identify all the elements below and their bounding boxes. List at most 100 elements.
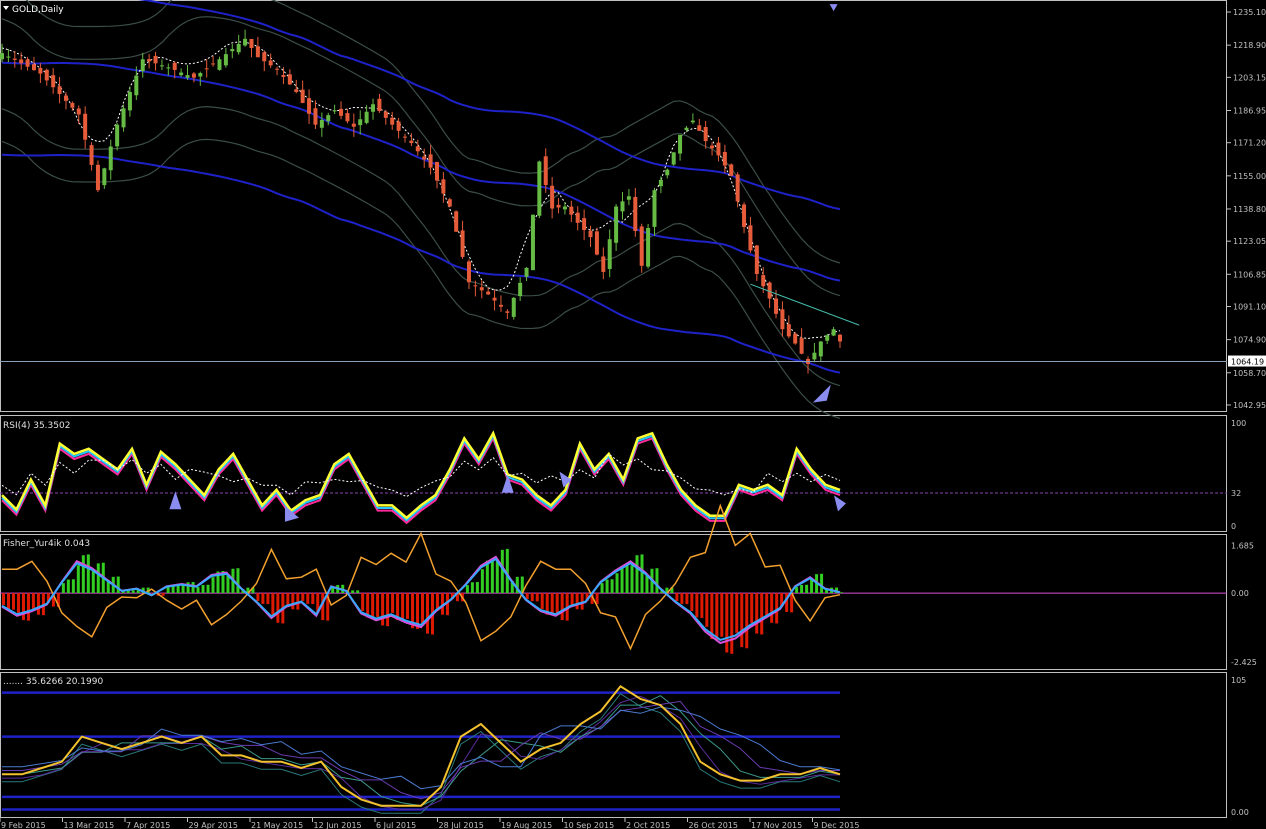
rsi-title: RSI(4) 35.3502 xyxy=(3,421,70,431)
fisher-bar xyxy=(700,593,704,618)
fisher-tick-label: 1.685 xyxy=(1231,541,1254,550)
candle-body xyxy=(134,75,139,96)
candle-body xyxy=(326,115,331,122)
current-price-label: 1064.19 xyxy=(1231,358,1264,367)
fisher-bar xyxy=(196,587,200,594)
candle-body xyxy=(191,73,196,78)
date-tick-label: 19 Aug 2015 xyxy=(501,821,552,829)
candle-body xyxy=(127,91,132,111)
date-tick-label: 13 Mar 2015 xyxy=(64,821,115,829)
candle-body xyxy=(530,214,535,271)
fisher-bar xyxy=(540,593,544,609)
price-tick-label: 1171.20 xyxy=(1233,139,1266,148)
candle-body xyxy=(121,108,126,128)
candle-body xyxy=(166,67,171,69)
fisher-bar xyxy=(435,593,439,609)
fisher-bar xyxy=(495,561,499,594)
candle-body xyxy=(409,140,414,144)
candle-body xyxy=(626,196,631,200)
candle-body xyxy=(140,59,145,72)
fisher-bar xyxy=(600,583,604,594)
candle-body xyxy=(153,55,158,64)
candle-body xyxy=(652,190,657,227)
band-line xyxy=(2,693,841,814)
candle-body xyxy=(620,201,625,212)
triangle-down-icon[interactable] xyxy=(3,6,9,10)
candle-body xyxy=(594,231,599,255)
price-tick-label: 1186.95 xyxy=(1233,106,1266,115)
chart-canvas: 1235.10 1218.90 1203.15 1186.95 1171.20 1155.… xyxy=(0,0,1266,829)
fisher-bar xyxy=(805,584,809,594)
candle-body xyxy=(57,86,62,95)
candle-body xyxy=(473,285,478,287)
candle-body xyxy=(236,43,241,53)
rsi-tick-label: 0 xyxy=(1231,522,1236,531)
rsi-bands-title: ....... 35.6266 20.1990 xyxy=(3,677,103,687)
candle-body xyxy=(89,145,94,165)
candle-body xyxy=(0,53,4,60)
candle-body xyxy=(799,338,804,354)
candle-body xyxy=(780,309,785,330)
rsi-bands-tick-label: 105 xyxy=(1231,676,1246,685)
candle-body xyxy=(684,127,689,131)
annotation-arrow xyxy=(812,384,831,403)
candle-body xyxy=(275,68,280,70)
candle-body xyxy=(44,69,49,81)
fisher-bar xyxy=(306,593,310,604)
candle-body xyxy=(556,204,561,208)
fisher-bar xyxy=(740,593,744,648)
candle-body xyxy=(172,62,177,70)
trendline xyxy=(750,283,860,326)
fisher-bar xyxy=(26,593,30,621)
fisher-bar xyxy=(31,593,35,609)
date-tick-label: 6 Jul 2015 xyxy=(376,821,416,829)
candle-body xyxy=(492,297,497,301)
candle-body xyxy=(748,225,753,251)
band-line xyxy=(2,695,840,810)
candle-body xyxy=(588,230,593,238)
fisher-bar xyxy=(376,593,380,617)
fisher-bar xyxy=(490,559,494,594)
fisher-bar xyxy=(426,593,429,634)
candle-body xyxy=(710,145,715,149)
fisher-bar xyxy=(301,593,305,602)
date-tick-label: 17 Nov 2015 xyxy=(751,821,802,829)
ma-blue-lower-line xyxy=(1,153,841,374)
fisher-bar xyxy=(206,584,210,594)
rsi-panel: 100 32 0 xyxy=(0,419,1246,531)
fisher-bar xyxy=(386,593,390,627)
candle-body xyxy=(838,334,842,342)
fisher-bar xyxy=(406,593,410,619)
date-tick-label: 26 Oct 2015 xyxy=(689,821,738,829)
fisher-bar xyxy=(555,593,559,613)
fisher-bar xyxy=(750,593,754,623)
candle-body xyxy=(434,162,439,181)
fisher-bar xyxy=(381,593,385,626)
fisher-bar xyxy=(256,593,260,602)
candle-body xyxy=(147,59,152,62)
fisher-bar xyxy=(291,593,295,610)
date-tick-label: 29 Apr 2015 xyxy=(189,821,238,829)
fisher-bar xyxy=(625,565,629,594)
fisher-bar xyxy=(116,576,120,594)
candle-body xyxy=(524,267,529,277)
fisher-bar xyxy=(181,585,185,594)
fisher-bar xyxy=(715,593,719,640)
fisher-tick-label: 0.00 xyxy=(1231,589,1249,598)
price-tick-label: 1091.10 xyxy=(1233,303,1266,312)
candle-body xyxy=(300,89,305,103)
fisher-bar xyxy=(725,593,729,653)
candle-body xyxy=(76,108,81,115)
price-panel: 1235.10 1218.90 1203.15 1186.95 1171.20 1155.… xyxy=(0,0,1266,419)
candle-body xyxy=(377,98,382,112)
fisher-bar xyxy=(266,593,270,605)
fisher-bar xyxy=(465,585,469,594)
candle-body xyxy=(339,108,344,116)
candle-body xyxy=(671,152,676,165)
candle-body xyxy=(294,89,299,92)
fisher-bar xyxy=(480,569,484,594)
fisher-bar xyxy=(820,573,824,594)
candle-body xyxy=(562,206,567,210)
candle-body xyxy=(735,174,740,202)
candle-body xyxy=(543,156,548,186)
